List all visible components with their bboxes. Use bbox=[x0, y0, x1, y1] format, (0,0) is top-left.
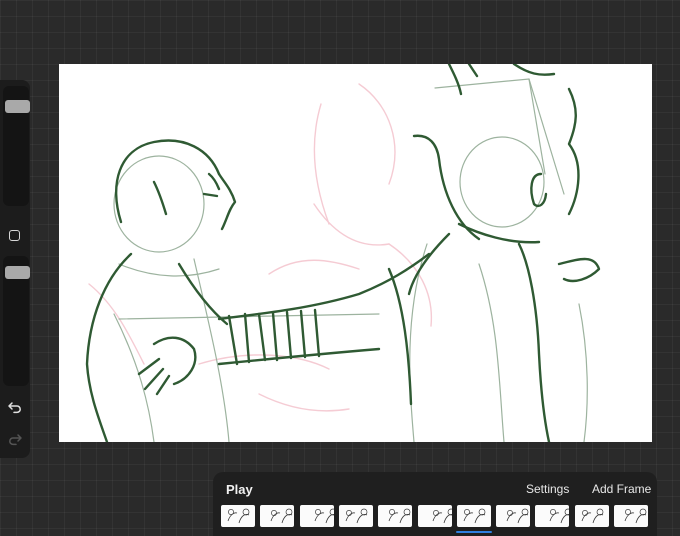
add-frame-button[interactable]: Add Frame bbox=[592, 482, 651, 496]
drawing-canvas[interactable] bbox=[59, 64, 652, 442]
brush-size-slider-thumb[interactable] bbox=[5, 100, 30, 113]
frame-thumbnail[interactable] bbox=[260, 505, 295, 527]
frame-thumbnail[interactable] bbox=[221, 505, 255, 527]
frame-thumbnail[interactable] bbox=[338, 505, 373, 527]
frame-thumbnail[interactable] bbox=[378, 505, 413, 527]
play-button[interactable]: Play bbox=[226, 482, 253, 497]
settings-button[interactable]: Settings bbox=[526, 482, 569, 496]
selected-frame-indicator bbox=[455, 531, 492, 533]
animation-timeline: Play Settings Add Frame bbox=[213, 472, 657, 536]
brush-size-slider[interactable] bbox=[3, 86, 30, 206]
opacity-slider[interactable] bbox=[3, 256, 30, 386]
frame-thumbnail[interactable] bbox=[614, 505, 648, 527]
redo-icon[interactable] bbox=[7, 432, 23, 446]
opacity-slider-thumb[interactable] bbox=[5, 266, 30, 279]
sketch-drawing bbox=[85, 64, 601, 442]
undo-icon[interactable] bbox=[7, 400, 23, 414]
frame-thumbnail[interactable] bbox=[456, 505, 491, 527]
left-sidebar bbox=[0, 80, 30, 458]
frame-thumbnail[interactable] bbox=[574, 505, 609, 527]
modify-button[interactable] bbox=[9, 230, 20, 241]
frame-thumbnail[interactable] bbox=[496, 505, 531, 527]
frame-thumbnail[interactable] bbox=[535, 505, 570, 527]
frame-thumbnail[interactable] bbox=[299, 505, 334, 527]
frame-thumbnail[interactable] bbox=[417, 505, 452, 527]
frame-strip bbox=[221, 505, 651, 528]
